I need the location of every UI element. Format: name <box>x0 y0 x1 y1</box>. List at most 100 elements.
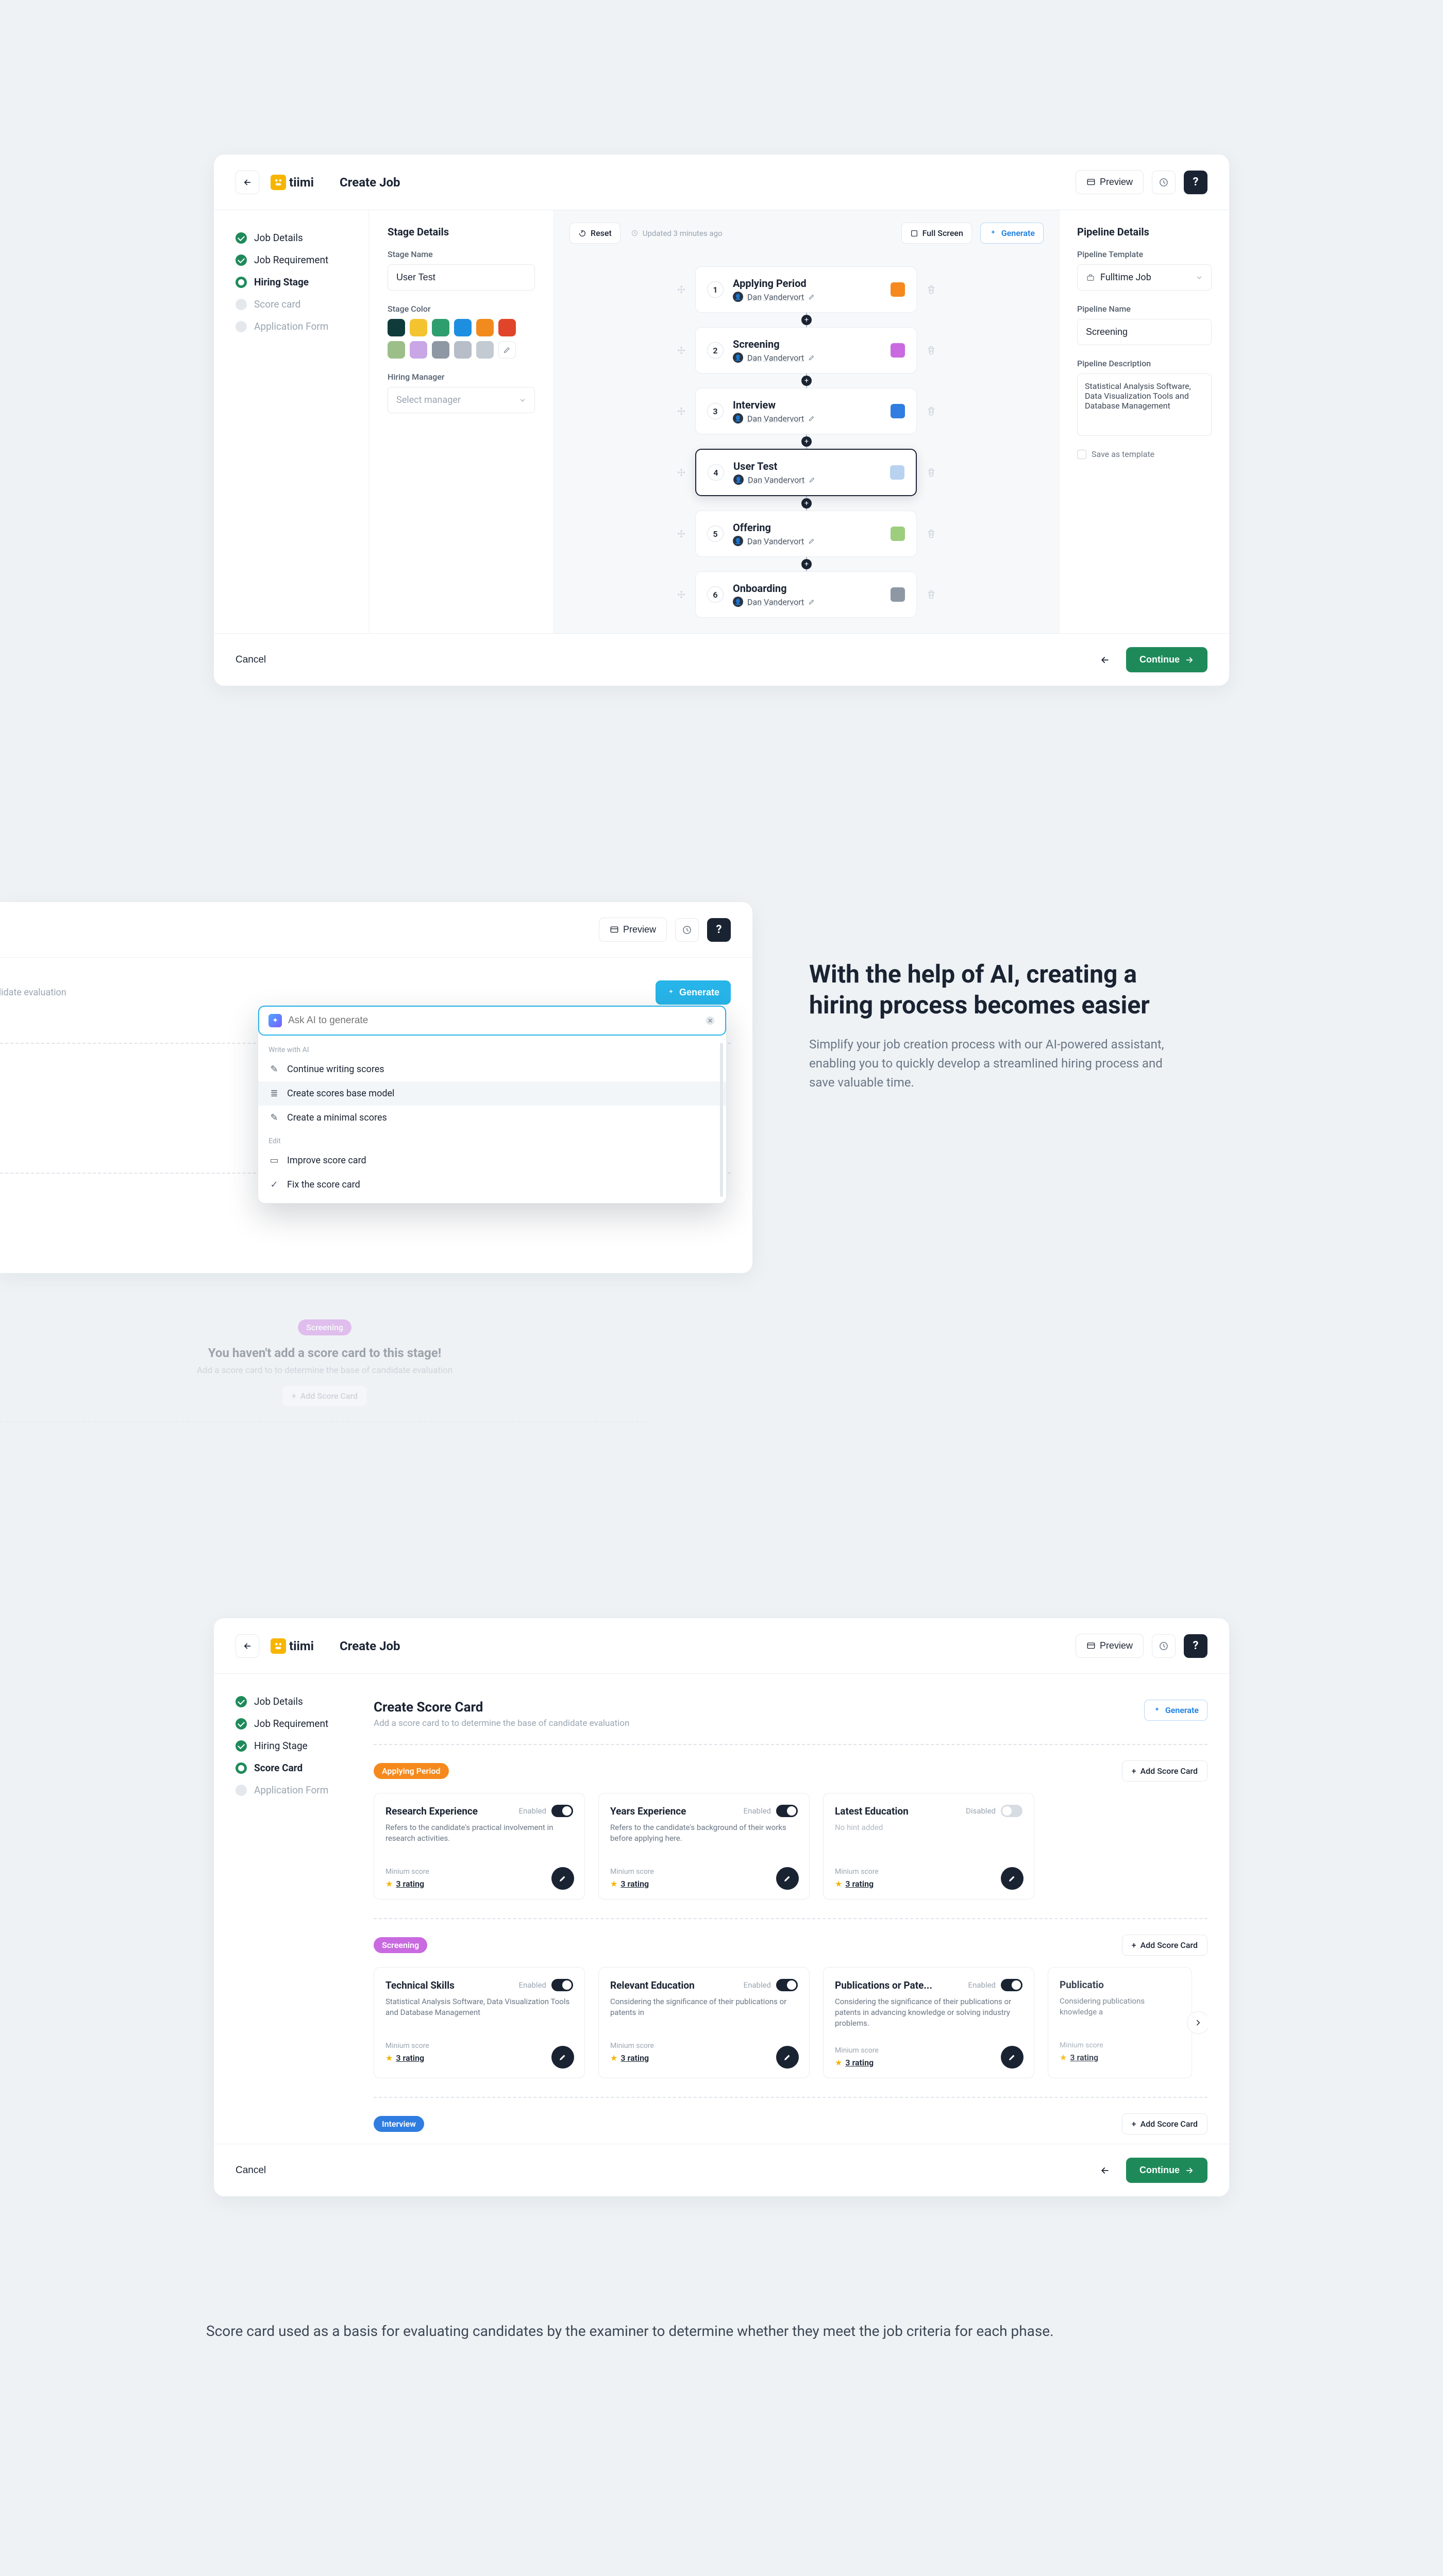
delete-stage-button[interactable] <box>926 345 936 355</box>
drag-handle[interactable] <box>677 406 686 416</box>
add-score-card-button[interactable]: + Add Score Card <box>282 1386 367 1406</box>
step-job-requirement[interactable]: Job Requirement <box>236 249 355 271</box>
continue-button[interactable]: Continue <box>1126 647 1207 672</box>
edit-score-card-button[interactable] <box>551 1867 574 1890</box>
add-score-card-button[interactable]: + Add Score Card <box>1122 1760 1207 1782</box>
back-footer-button[interactable] <box>1093 648 1117 672</box>
color-swatch[interactable] <box>388 319 405 336</box>
clear-icon[interactable] <box>704 1015 716 1026</box>
step-application-form[interactable]: Application Form <box>236 315 355 337</box>
checkbox[interactable] <box>1077 450 1086 459</box>
add-score-card-button[interactable]: + Add Score Card <box>1122 1935 1207 1956</box>
history-button[interactable] <box>1152 1634 1176 1658</box>
back-button[interactable] <box>236 171 259 194</box>
cancel-button[interactable]: Cancel <box>236 2165 266 2176</box>
ai-item-create-base[interactable]: ≣Create scores base model <box>258 1081 726 1106</box>
generate-button[interactable]: Generate <box>980 223 1044 244</box>
color-swatch[interactable] <box>454 341 472 359</box>
step-job-details[interactable]: Job Details <box>236 1690 355 1713</box>
ai-item-continue[interactable]: ✎Continue writing scores <box>258 1057 726 1081</box>
generate-button[interactable]: Generate <box>656 980 731 1005</box>
color-swatch[interactable] <box>388 341 405 359</box>
cancel-button[interactable]: Cancel <box>236 654 266 666</box>
add-score-card-button[interactable]: + Add Score Card <box>1122 2113 1207 2134</box>
color-swatch[interactable] <box>410 319 427 336</box>
stage-card[interactable]: 1 Applying Period 👤Dan Vandervort <box>695 266 917 313</box>
stage-card[interactable]: 3 Interview 👤Dan Vandervort <box>695 388 917 434</box>
delete-stage-button[interactable] <box>926 406 936 416</box>
help-button[interactable]: ? <box>1184 171 1207 194</box>
enable-toggle[interactable] <box>776 1805 798 1817</box>
fullscreen-button[interactable]: Full Screen <box>901 223 972 244</box>
history-button[interactable] <box>675 918 699 942</box>
edit-score-card-button[interactable] <box>551 2046 574 2069</box>
drag-handle[interactable] <box>677 346 686 355</box>
hiring-manager-select[interactable]: Select manager <box>388 387 535 413</box>
ai-input-field[interactable] <box>288 1015 698 1026</box>
stage-card[interactable]: 5 Offering 👤Dan Vandervort <box>695 511 917 557</box>
color-swatch[interactable] <box>476 319 494 336</box>
step-hiring-stage[interactable]: Hiring Stage <box>236 271 355 293</box>
add-stage-button[interactable]: + <box>801 315 812 325</box>
ai-item-create-min[interactable]: ✎Create a minimal scores <box>258 1106 726 1130</box>
add-stage-button[interactable]: + <box>801 559 812 569</box>
ai-item-improve[interactable]: ▭Improve score card <box>258 1148 726 1173</box>
drag-handle[interactable] <box>677 590 686 599</box>
preview-button[interactable]: Preview <box>1076 1634 1144 1658</box>
stage-card[interactable]: 4 User Test 👤Dan Vandervort <box>695 449 917 496</box>
ai-input[interactable]: ✦ <box>258 1006 726 1036</box>
enable-toggle[interactable] <box>551 1979 573 1991</box>
scroll-right-button[interactable] <box>1187 2011 1207 2034</box>
enable-toggle[interactable] <box>551 1805 573 1817</box>
step-job-details[interactable]: Job Details <box>236 227 355 249</box>
color-swatch[interactable] <box>410 341 427 359</box>
enable-toggle[interactable] <box>776 1979 798 1991</box>
color-swatch[interactable] <box>498 319 516 336</box>
pipeline-desc-input[interactable]: Statistical Analysis Software, Data Visu… <box>1077 374 1212 436</box>
back-footer-button[interactable] <box>1093 2159 1117 2182</box>
history-button[interactable] <box>1152 171 1176 194</box>
help-button[interactable]: ? <box>707 918 731 942</box>
save-as-template[interactable]: Save as template <box>1077 449 1212 459</box>
enable-toggle[interactable] <box>1001 1805 1022 1817</box>
edit-score-card-button[interactable] <box>1001 1867 1023 1890</box>
color-swatch[interactable] <box>454 319 472 336</box>
help-button[interactable]: ? <box>1184 1634 1207 1658</box>
add-stage-button[interactable]: + <box>801 436 812 447</box>
delete-stage-button[interactable] <box>926 589 936 600</box>
edit-score-card-button[interactable] <box>1001 2046 1023 2069</box>
step-job-requirement[interactable]: Job Requirement <box>236 1713 355 1735</box>
step-application-form[interactable]: Application Form <box>236 1779 355 1801</box>
color-swatch[interactable] <box>432 341 449 359</box>
pipeline-template-select[interactable]: Fulltime Job <box>1077 264 1212 291</box>
preview-button[interactable]: Preview <box>1076 170 1144 194</box>
stage-card[interactable]: 6 Onboarding 👤Dan Vandervort <box>695 571 917 618</box>
edit-score-card-button[interactable] <box>776 2046 799 2069</box>
add-stage-button[interactable]: + <box>801 498 812 509</box>
edit-colors-button[interactable] <box>498 341 516 359</box>
drag-handle[interactable] <box>677 285 686 294</box>
delete-stage-button[interactable] <box>926 284 936 295</box>
drag-handle[interactable] <box>677 529 686 538</box>
enable-toggle[interactable] <box>1001 1979 1022 1991</box>
step-score-card[interactable]: Score Card <box>236 1757 355 1779</box>
stage-card[interactable]: 2 Screening 👤Dan Vandervort <box>695 327 917 374</box>
drag-handle[interactable] <box>677 468 686 477</box>
pipeline-name-input[interactable] <box>1077 319 1212 345</box>
color-swatch[interactable] <box>432 319 449 336</box>
add-stage-button[interactable]: + <box>801 376 812 386</box>
stage-name-input[interactable] <box>388 264 535 291</box>
reset-button[interactable]: Reset <box>569 223 620 244</box>
scrollbar[interactable] <box>720 1043 723 1197</box>
preview-button[interactable]: Preview <box>599 918 667 942</box>
edit-score-card-button[interactable] <box>776 1867 799 1890</box>
generate-button[interactable]: Generate <box>1144 1700 1207 1721</box>
step-hiring-stage[interactable]: Hiring Stage <box>236 1735 355 1757</box>
ai-item-fix[interactable]: ✓Fix the score card <box>258 1173 726 1197</box>
delete-stage-button[interactable] <box>926 529 936 539</box>
continue-button[interactable]: Continue <box>1126 2158 1207 2183</box>
step-score-card[interactable]: Score card <box>236 293 355 315</box>
back-button[interactable] <box>236 1634 259 1658</box>
color-swatch[interactable] <box>476 341 494 359</box>
delete-stage-button[interactable] <box>926 467 936 478</box>
